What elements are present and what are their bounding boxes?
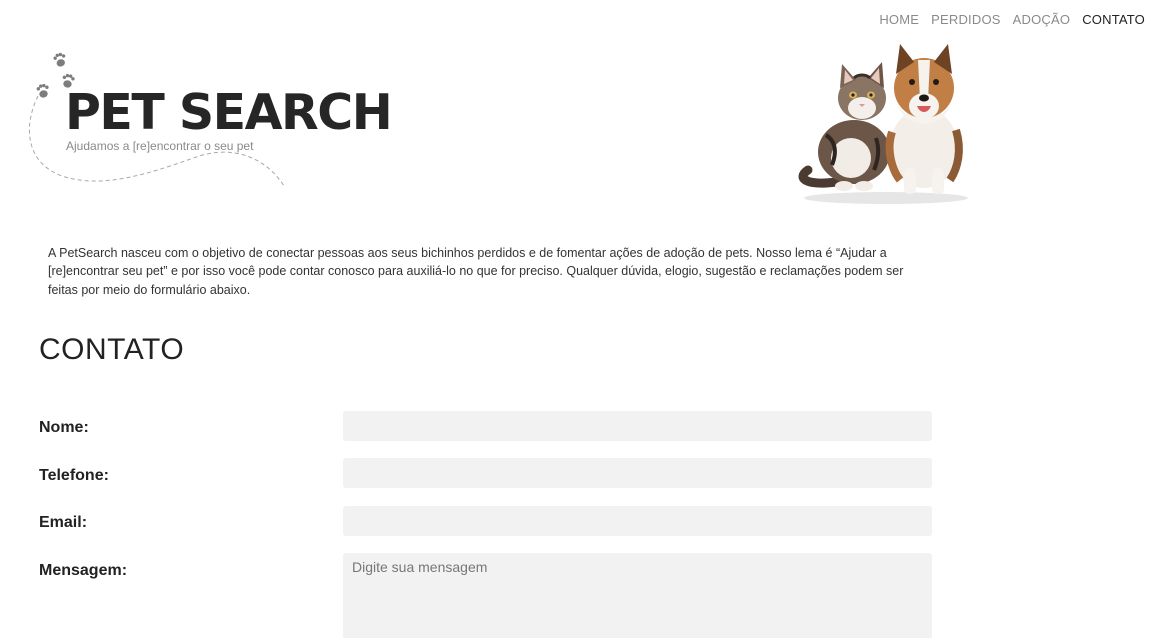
- nav-contato[interactable]: CONTATO: [1082, 12, 1145, 27]
- contact-title: CONTATO: [39, 333, 185, 366]
- cat-and-dog-illustration: [798, 44, 968, 204]
- phone-label: Telefone:: [39, 467, 109, 484]
- nav-perdidos[interactable]: PERDIDOS: [931, 12, 1001, 27]
- cat-image: [798, 62, 890, 191]
- message-field[interactable]: [343, 553, 932, 638]
- logo-title: PET SEARCH: [65, 84, 393, 141]
- page: HOME PERDIDOS ADOÇÃO CONTATO PET SEARCH …: [0, 0, 1155, 638]
- nav-home[interactable]: HOME: [879, 12, 919, 27]
- logo-tagline: Ajudamos a [re]encontrar o seu pet: [66, 139, 254, 153]
- name-label: Nome:: [39, 419, 89, 436]
- phone-field[interactable]: [343, 458, 932, 488]
- nav-adocao[interactable]: ADOÇÃO: [1013, 12, 1071, 27]
- logo[interactable]: PET SEARCH Ajudamos a [re]encontrar o se…: [24, 44, 404, 194]
- name-field[interactable]: [343, 411, 932, 441]
- intro-text: A PetSearch nasceu com o objetivo de con…: [48, 245, 904, 297]
- dog-image: [885, 44, 963, 194]
- email-label: Email:: [39, 514, 88, 531]
- main-nav: HOME PERDIDOS ADOÇÃO CONTATO: [879, 12, 1145, 27]
- message-label: Mensagem:: [39, 562, 128, 579]
- email-field[interactable]: [343, 506, 932, 536]
- paw-print-icon: [53, 52, 66, 67]
